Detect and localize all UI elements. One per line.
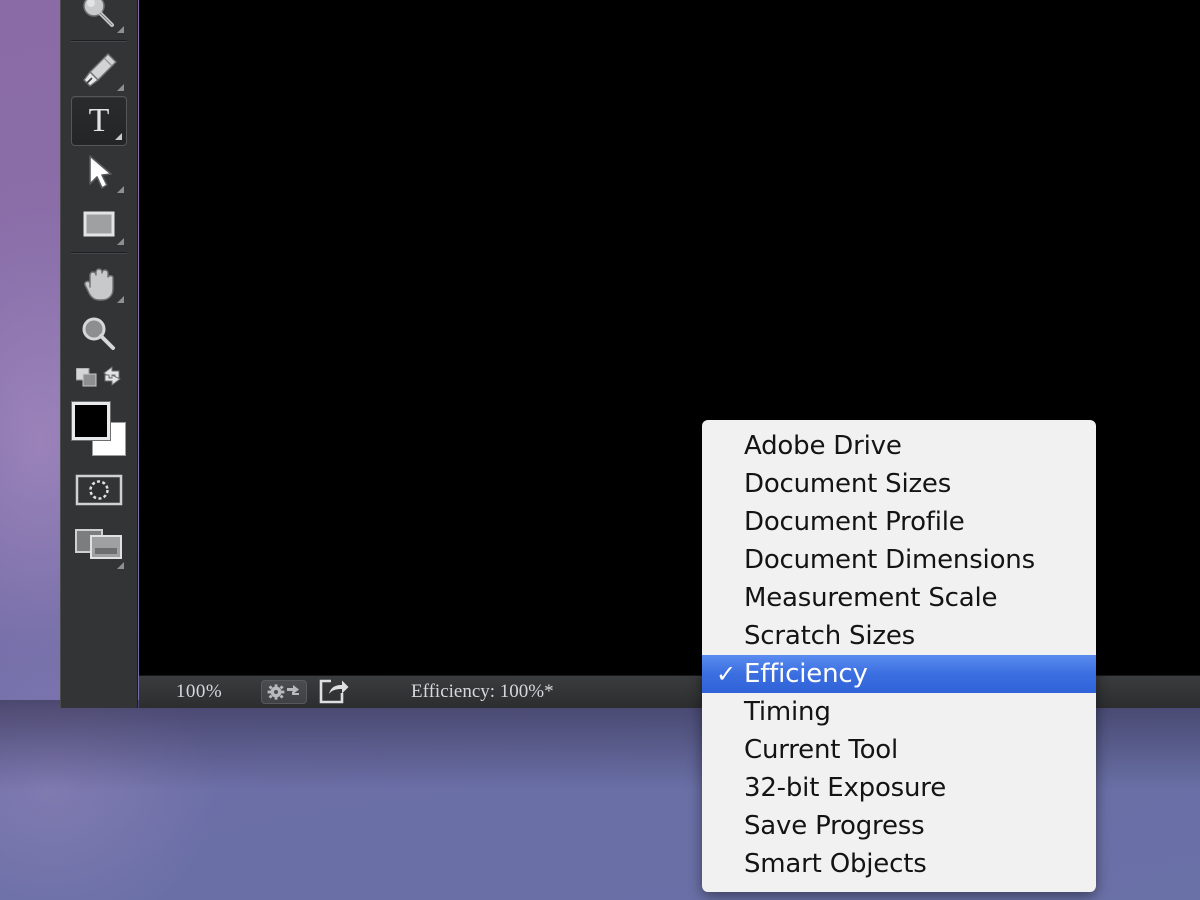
- menu-item-label: Current Tool: [744, 735, 899, 765]
- menu-item-label: Measurement Scale: [744, 583, 998, 613]
- tool-flyout-triangle: [117, 26, 124, 33]
- menu-item-timing[interactable]: Timing: [702, 693, 1096, 731]
- rectangle-icon: [83, 211, 115, 237]
- menu-item-document-dimensions[interactable]: Document Dimensions: [702, 541, 1096, 579]
- tool-flyout-triangle: [117, 186, 124, 193]
- toolbox-separator: [71, 40, 127, 42]
- menu-item-label: Document Sizes: [744, 469, 952, 499]
- hand-icon: [84, 268, 114, 301]
- sync-settings-button[interactable]: [261, 680, 307, 704]
- blur-icon: [83, 0, 114, 27]
- menu-item-label: Document Profile: [744, 507, 965, 537]
- share-button[interactable]: [317, 679, 351, 705]
- toolbox-panel: T: [60, 0, 138, 708]
- pen-icon: [83, 53, 117, 87]
- menu-item-label: Timing: [744, 697, 831, 727]
- menu-item-label: Document Dimensions: [744, 545, 1035, 575]
- menu-item-label: Efficiency: [744, 659, 868, 689]
- zoom-level-field[interactable]: 100%: [139, 681, 259, 703]
- menu-item-document-profile[interactable]: Document Profile: [702, 503, 1096, 541]
- quick-mask-toggle[interactable]: [70, 462, 128, 518]
- quick-mask-icon: [75, 474, 123, 506]
- screen-mode-button[interactable]: [70, 518, 128, 574]
- menu-item-current-tool[interactable]: Current Tool: [702, 731, 1096, 769]
- menu-item-document-sizes[interactable]: Document Sizes: [702, 465, 1096, 503]
- tool-rectangle[interactable]: [70, 198, 128, 250]
- tool-zoom[interactable]: [70, 308, 128, 360]
- arrow-cursor-icon: [89, 155, 112, 189]
- menu-item-label: 32-bit Exposure: [744, 773, 947, 803]
- menu-item-32-bit-exposure[interactable]: 32-bit Exposure: [702, 769, 1096, 807]
- menu-item-smart-objects[interactable]: Smart Objects: [702, 845, 1096, 883]
- toolbox-separator: [71, 252, 127, 254]
- default-colors-icon[interactable]: [76, 368, 98, 388]
- menu-item-scratch-sizes[interactable]: Scratch Sizes: [702, 617, 1096, 655]
- menu-item-label: Smart Objects: [744, 849, 927, 879]
- status-bar-popup-menu[interactable]: Adobe Drive Document Sizes Document Prof…: [702, 420, 1096, 892]
- tool-flyout-triangle: [115, 133, 122, 140]
- status-info-text: Efficiency: 100%*: [411, 681, 554, 702]
- menu-item-label: Scratch Sizes: [744, 621, 915, 651]
- checkmark-icon: ✓: [716, 660, 736, 688]
- desktop-screen: T 100% Efficiency: 100%* Adobe Drive Doc…: [0, 0, 1200, 900]
- menu-item-label: Adobe Drive: [744, 431, 902, 461]
- tool-flyout-triangle: [117, 296, 124, 303]
- menu-item-adobe-drive[interactable]: Adobe Drive: [702, 427, 1096, 465]
- tool-hand[interactable]: [70, 256, 128, 308]
- type-tool-label: T: [88, 102, 110, 139]
- tool-blur[interactable]: [70, 0, 128, 38]
- magnifier-icon: [82, 317, 115, 350]
- tool-pen[interactable]: [70, 44, 128, 96]
- tool-type[interactable]: T: [71, 96, 127, 146]
- sync-settings-icon: [267, 684, 299, 700]
- tool-flyout-triangle: [117, 562, 124, 569]
- color-controls-row: [70, 360, 128, 396]
- color-swatches: [70, 400, 128, 462]
- menu-item-efficiency[interactable]: ✓ Efficiency: [702, 655, 1096, 693]
- swap-colors-icon[interactable]: [100, 366, 124, 388]
- tool-flyout-triangle: [117, 238, 124, 245]
- tool-flyout-triangle: [117, 84, 124, 91]
- menu-item-save-progress[interactable]: Save Progress: [702, 807, 1096, 845]
- screen-mode-icon: [75, 529, 122, 559]
- menu-item-measurement-scale[interactable]: Measurement Scale: [702, 579, 1096, 617]
- foreground-color-swatch[interactable]: [72, 402, 110, 440]
- share-icon: [319, 679, 349, 704]
- menu-item-label: Save Progress: [744, 811, 925, 841]
- tool-path-selection[interactable]: [70, 146, 128, 198]
